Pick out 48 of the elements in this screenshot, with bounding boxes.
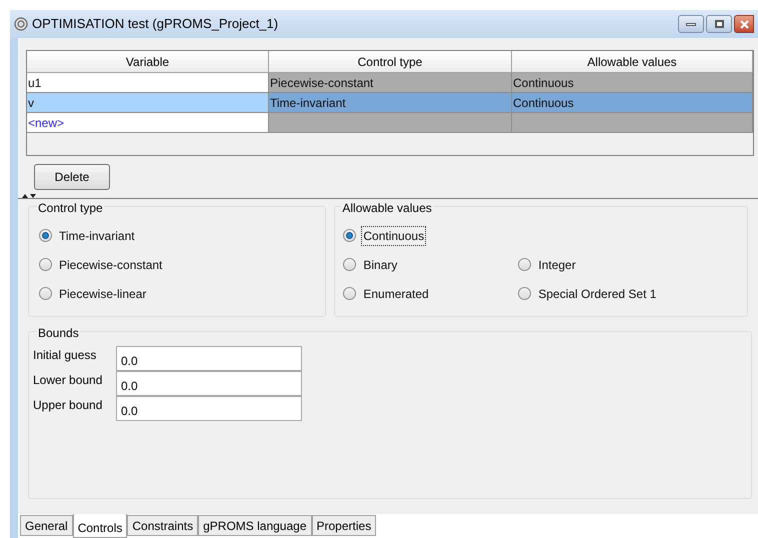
radio-button[interactable]: [518, 258, 532, 271]
input-field[interactable]: 0.0: [116, 396, 302, 421]
table-cell: Continuous: [512, 73, 753, 93]
radio-label: Enumerated: [362, 286, 430, 302]
tab[interactable]: General: [20, 515, 73, 536]
field-label: Initial guess: [33, 347, 98, 364]
table-cell: Continuous: [512, 93, 753, 113]
table-cell: v: [27, 93, 269, 113]
radio-label: Piecewise-constant: [58, 256, 164, 274]
table-row[interactable]: <new>: [27, 113, 753, 133]
table-row[interactable]: v Time-invariant Continuous: [27, 93, 753, 113]
field-label: Lower bound: [33, 372, 104, 389]
tab[interactable]: gPROMS language: [198, 515, 312, 536]
radio-button[interactable]: [39, 258, 52, 271]
radio-button[interactable]: [39, 287, 52, 300]
input-field[interactable]: 0.0: [116, 371, 302, 396]
input-field[interactable]: 0.0: [116, 346, 302, 371]
radio-label: Integer: [537, 256, 577, 274]
close-button[interactable]: [734, 15, 754, 33]
minimize-button[interactable]: [678, 15, 704, 33]
tab[interactable]: Properties: [312, 515, 376, 536]
radio-label: Piecewise-linear: [58, 286, 148, 302]
splitter-arrows-icon[interactable]: [22, 194, 36, 201]
radio-label: Time-invariant: [58, 228, 136, 244]
tab[interactable]: Controls: [72, 514, 128, 538]
radio-button[interactable]: [343, 258, 356, 271]
window-title: OPTIMISATION test (gPROMS_Project_1): [32, 15, 278, 34]
table-cell: u1: [27, 73, 269, 93]
tab[interactable]: Constraints: [127, 515, 198, 536]
radio-label: Continuous: [362, 226, 426, 244]
table-cell: <new>: [27, 113, 269, 133]
table-row[interactable]: u1 Piecewise-constant Continuous: [27, 73, 753, 93]
table-cell: Time-invariant: [269, 93, 512, 113]
app-icon: [14, 17, 28, 31]
column-header[interactable]: Variable: [27, 51, 269, 73]
radio-label: Binary: [362, 256, 398, 274]
maximize-button[interactable]: [706, 15, 732, 33]
column-header[interactable]: Control type: [269, 51, 512, 73]
delete-button[interactable]: Delete: [34, 164, 110, 190]
radio-button[interactable]: [343, 229, 356, 242]
column-header[interactable]: Allowable values: [512, 51, 753, 73]
table-cell: Piecewise-constant: [269, 73, 512, 93]
field-label: Upper bound: [33, 397, 104, 414]
radio-label: Special Ordered Set 1: [537, 286, 658, 302]
radio-button[interactable]: [343, 287, 356, 300]
close-icon: [740, 20, 748, 28]
radio-button[interactable]: [518, 287, 532, 300]
radio-button[interactable]: [39, 229, 52, 242]
